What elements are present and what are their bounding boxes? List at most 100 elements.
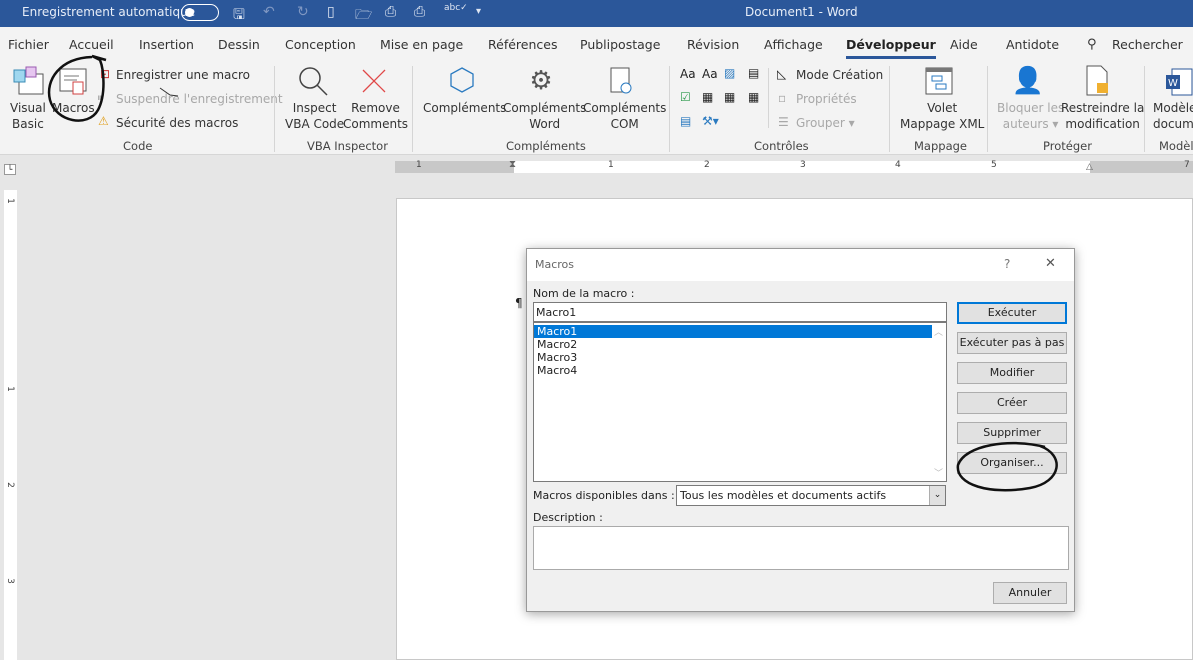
print-preview-icon[interactable]: ⎙ (385, 4, 396, 20)
record-macro-button[interactable]: Enregistrer une macro (116, 67, 250, 83)
legacy-tools-icon[interactable]: ⚒▾ (702, 114, 719, 128)
scroll-up-icon[interactable]: ︿ (934, 325, 943, 338)
macro-list-item[interactable]: Macro3 (534, 351, 946, 364)
step-into-button[interactable]: Exécuter pas à pas (957, 332, 1067, 354)
open-icon[interactable]: 🗁 (355, 4, 372, 28)
properties-icon: ▫ (778, 91, 787, 105)
ruler-number: 1 (416, 160, 422, 170)
chevron-down-icon[interactable]: ⌄ (929, 486, 945, 505)
design-mode-button[interactable]: Mode Création (796, 67, 883, 83)
cancel-button[interactable]: Annuler (993, 582, 1067, 604)
group-templates-label: Modèl (1159, 139, 1193, 153)
ribbon: Visual Basic Macros ⊡ Enregistrer une ma… (0, 62, 1193, 155)
remove-label-1: Remove (351, 101, 400, 115)
quick-print-icon[interactable]: ⎙ (414, 4, 425, 20)
run-button[interactable]: Exécuter (957, 302, 1067, 324)
word-template-icon: W (1164, 67, 1193, 97)
edit-button[interactable]: Modifier (957, 362, 1067, 384)
delete-button[interactable]: Supprimer (957, 422, 1067, 444)
dialog-title: Macros (535, 258, 575, 271)
right-indent-marker-icon[interactable]: △ (1086, 162, 1093, 172)
dropdown-control-icon[interactable]: ▦ (724, 90, 735, 104)
tab-references[interactable]: Références (488, 37, 557, 52)
combo-box-control-icon[interactable]: ▦ (702, 90, 713, 104)
customize-qat-icon[interactable]: ▾ (476, 6, 481, 17)
tab-antidote[interactable]: Antidote (1006, 37, 1059, 52)
building-block-control-icon[interactable]: ▤ (748, 66, 759, 80)
macro-name-input[interactable]: Macro1 (533, 302, 947, 322)
block-authors-button[interactable]: Bloquer les auteurs ▾ (997, 100, 1064, 132)
macro-security-button[interactable]: Sécurité des macros (116, 115, 238, 131)
available-in-select[interactable]: Tous les modèles et documents actifs ⌄ (676, 485, 946, 506)
template-label-2: docum (1153, 117, 1193, 131)
remove-label-2: Comments (343, 117, 409, 131)
ruler-number: 5 (991, 160, 997, 170)
dialog-titlebar: Macros ? ✕ (527, 249, 1074, 281)
addins-button[interactable]: Compléments (423, 100, 506, 116)
tab-affichage[interactable]: Affichage (764, 37, 823, 52)
tab-accueil[interactable]: Accueil (69, 37, 114, 52)
save-icon[interactable]: 🖫 (233, 4, 245, 28)
word-addins-button[interactable]: Compléments Word (503, 100, 586, 132)
document-template-button[interactable]: Modèle docum (1153, 100, 1193, 132)
group-button[interactable]: Grouper ▾ (796, 115, 855, 131)
macro-list-item[interactable]: Macro1 (534, 325, 932, 338)
group-code-label: Code (123, 139, 153, 153)
autosave-toggle[interactable] (181, 4, 219, 21)
xml-mapping-button[interactable]: Volet Mappage XML (900, 100, 984, 132)
group-vba-label: VBA Inspector (307, 139, 388, 153)
rich-text-control-icon[interactable]: Aa (680, 67, 696, 81)
macro-list-item[interactable]: Macro4 (534, 364, 946, 377)
tab-conception[interactable]: Conception (285, 37, 356, 52)
tab-mise-en-page[interactable]: Mise en page (380, 37, 463, 52)
group-icon: ☰ (778, 115, 789, 129)
macro-list-item[interactable]: Macro2 (534, 338, 946, 351)
gear-icon: ⚙ (529, 66, 553, 96)
pause-recording-button[interactable]: Suspendre l'enregistrement (116, 91, 283, 107)
search-label[interactable]: Rechercher (1112, 37, 1183, 52)
inspect-label-2: VBA Code (285, 117, 345, 131)
indent-marker-icon[interactable]: ⧗ (509, 159, 516, 170)
available-in-label: Macros disponibles dans : (533, 489, 675, 502)
scroll-down-icon[interactable]: ﹀ (934, 466, 943, 479)
vertical-ruler[interactable]: 1 1 2 3 (4, 190, 17, 660)
ruler-number: 3 (800, 160, 806, 170)
properties-button[interactable]: Propriétés (796, 91, 857, 107)
help-button[interactable]: ? (1004, 257, 1010, 271)
tab-dessin[interactable]: Dessin (218, 37, 260, 52)
search-icon[interactable]: ⚲ (1087, 37, 1097, 52)
remove-comments-button[interactable]: Remove Comments (343, 100, 408, 132)
xml-label-2: Mappage XML (900, 117, 985, 131)
new-doc-icon[interactable]: ▯ (327, 4, 335, 20)
repeating-section-icon[interactable]: ▤ (680, 114, 691, 128)
tab-selector[interactable]: └ (4, 164, 16, 175)
tab-developpeur[interactable]: Développeur (846, 37, 936, 59)
macro-list[interactable]: Macro1 Macro2 Macro3 Macro4 ︿ ﹀ (533, 322, 947, 482)
tab-fichier[interactable]: Fichier (8, 37, 49, 52)
tab-aide[interactable]: Aide (950, 37, 978, 52)
undo-icon[interactable]: ↶ (263, 4, 275, 20)
com-addins-button[interactable]: Compléments COM (583, 100, 666, 132)
checkbox-control-icon[interactable]: ☑ (680, 90, 691, 104)
organizer-button[interactable]: Organiser... (957, 452, 1067, 474)
macros-button[interactable]: Macros (52, 100, 95, 116)
inspect-vba-button[interactable]: Inspect VBA Code (285, 100, 344, 132)
restrict-editing-button[interactable]: Restreindre la modification (1061, 100, 1144, 132)
horizontal-ruler[interactable]: 1 ⧗ 1 2 3 4 5 △ 7 (395, 159, 1193, 173)
group-separator (889, 66, 890, 152)
word-addins-label-2: Word (529, 117, 561, 131)
plain-text-control-icon[interactable]: Aa (702, 67, 718, 81)
redo-icon[interactable]: ↻ (297, 4, 309, 20)
spelling-icon[interactable]: abc✓ (444, 3, 468, 13)
close-button[interactable]: ✕ (1045, 256, 1056, 271)
create-button[interactable]: Créer (957, 392, 1067, 414)
ruler-number: 7 (1184, 160, 1190, 170)
tab-revision[interactable]: Révision (687, 37, 739, 52)
visual-basic-button[interactable]: Visual Basic (10, 100, 46, 132)
picture-control-icon[interactable]: ▨ (724, 66, 735, 80)
xml-label-1: Volet (927, 101, 958, 115)
tab-insertion[interactable]: Insertion (139, 37, 194, 52)
date-picker-control-icon[interactable]: ▦ (748, 90, 759, 104)
tab-publipostage[interactable]: Publipostage (580, 37, 660, 52)
description-label: Description : (533, 511, 603, 524)
